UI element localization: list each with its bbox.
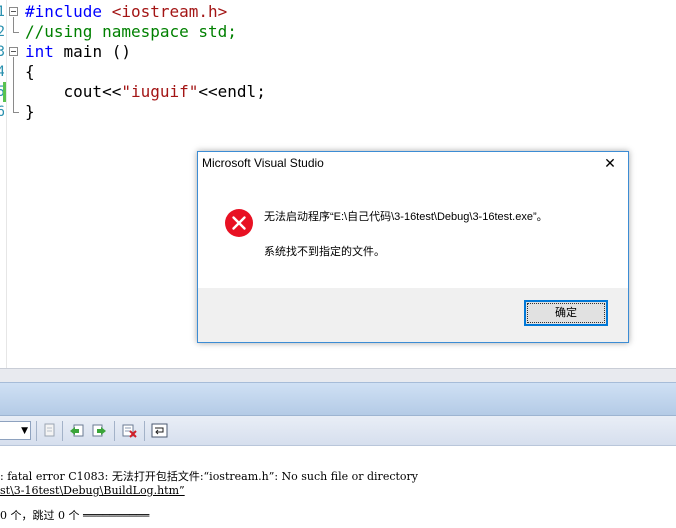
previous-message-icon[interactable] [68, 422, 85, 439]
toolbar-separator [144, 421, 145, 441]
error-icon [224, 208, 254, 238]
line-number: 6 [0, 102, 4, 122]
output-text-area[interactable]: : fatal error C1083: 无法打开包括文件:“iostream.… [0, 446, 676, 528]
string-literal: "iuguif" [121, 82, 199, 101]
panel-splitter[interactable] [0, 368, 676, 382]
ok-button[interactable]: 确定 [524, 300, 608, 326]
clear-all-icon[interactable] [121, 422, 138, 439]
dialog-title: Microsoft Visual Studio [202, 156, 324, 170]
error-message: 无法启动程序“E:\自己代码\3-16test\Debug\3-16test.e… [264, 211, 548, 223]
toolbar-separator [36, 421, 37, 441]
next-message-icon[interactable] [91, 422, 108, 439]
line-number: 3 [0, 42, 4, 62]
preprocessor-directive: #include [25, 2, 112, 21]
line-number: 1 [0, 2, 4, 22]
line-number: 2 [0, 22, 4, 42]
line-number-gutter: 1 2 3 4 5 6 [0, 0, 4, 368]
toolbar-separator [114, 421, 115, 441]
include-path: <iostream.h> [111, 2, 228, 21]
code-line[interactable]: //using namespace std; [25, 22, 237, 42]
code-line[interactable]: { [25, 62, 35, 82]
code-text: cout<< [25, 82, 122, 101]
output-source-dropdown[interactable]: ▼ [0, 421, 31, 440]
outline-guide [13, 57, 14, 112]
error-detail: 系统找不到指定的文件。 [264, 246, 385, 258]
changed-line-marker [3, 82, 6, 102]
output-toolbar: ▼ [0, 416, 676, 446]
code-line[interactable]: cout<<"iuguif"<<endl; [25, 82, 266, 102]
build-summary-line: 0 个，跳过 0 个 ══════════ [0, 509, 150, 522]
dialog-button-bar: 确定 [198, 288, 628, 342]
collapse-region-icon[interactable] [9, 7, 18, 16]
build-log-link[interactable]: st\3-16test\Debug\BuildLog.htm” [0, 484, 185, 498]
line-number: 4 [0, 62, 4, 82]
chevron-down-icon: ▼ [21, 426, 28, 436]
code-line[interactable]: } [25, 102, 35, 122]
outline-guide-end [13, 112, 19, 113]
toggle-word-wrap-icon[interactable] [151, 422, 168, 439]
code-text: main () [53, 42, 131, 61]
output-panel-header [0, 382, 676, 416]
selection-margin [6, 0, 7, 368]
go-to-location-icon[interactable] [41, 422, 58, 439]
close-icon[interactable]: ✕ [600, 154, 620, 174]
code-line[interactable]: #include <iostream.h> [25, 2, 227, 22]
keyword: int [25, 42, 54, 61]
error-dialog: Microsoft Visual Studio ✕ 无法启动程序“E:\自己代码… [197, 151, 629, 343]
code-text: { [25, 62, 35, 81]
outline-guide [13, 17, 14, 32]
toolbar-separator [62, 421, 63, 441]
outline-guide-end [13, 32, 19, 33]
output-error-line: : fatal error C1083: 无法打开包括文件:“iostream.… [0, 470, 418, 483]
collapse-region-icon[interactable] [9, 47, 18, 56]
code-line[interactable]: int main () [25, 42, 131, 62]
comment-text: //using namespace std; [25, 22, 237, 41]
code-text: <<endl; [198, 82, 266, 101]
code-text: } [25, 102, 35, 121]
